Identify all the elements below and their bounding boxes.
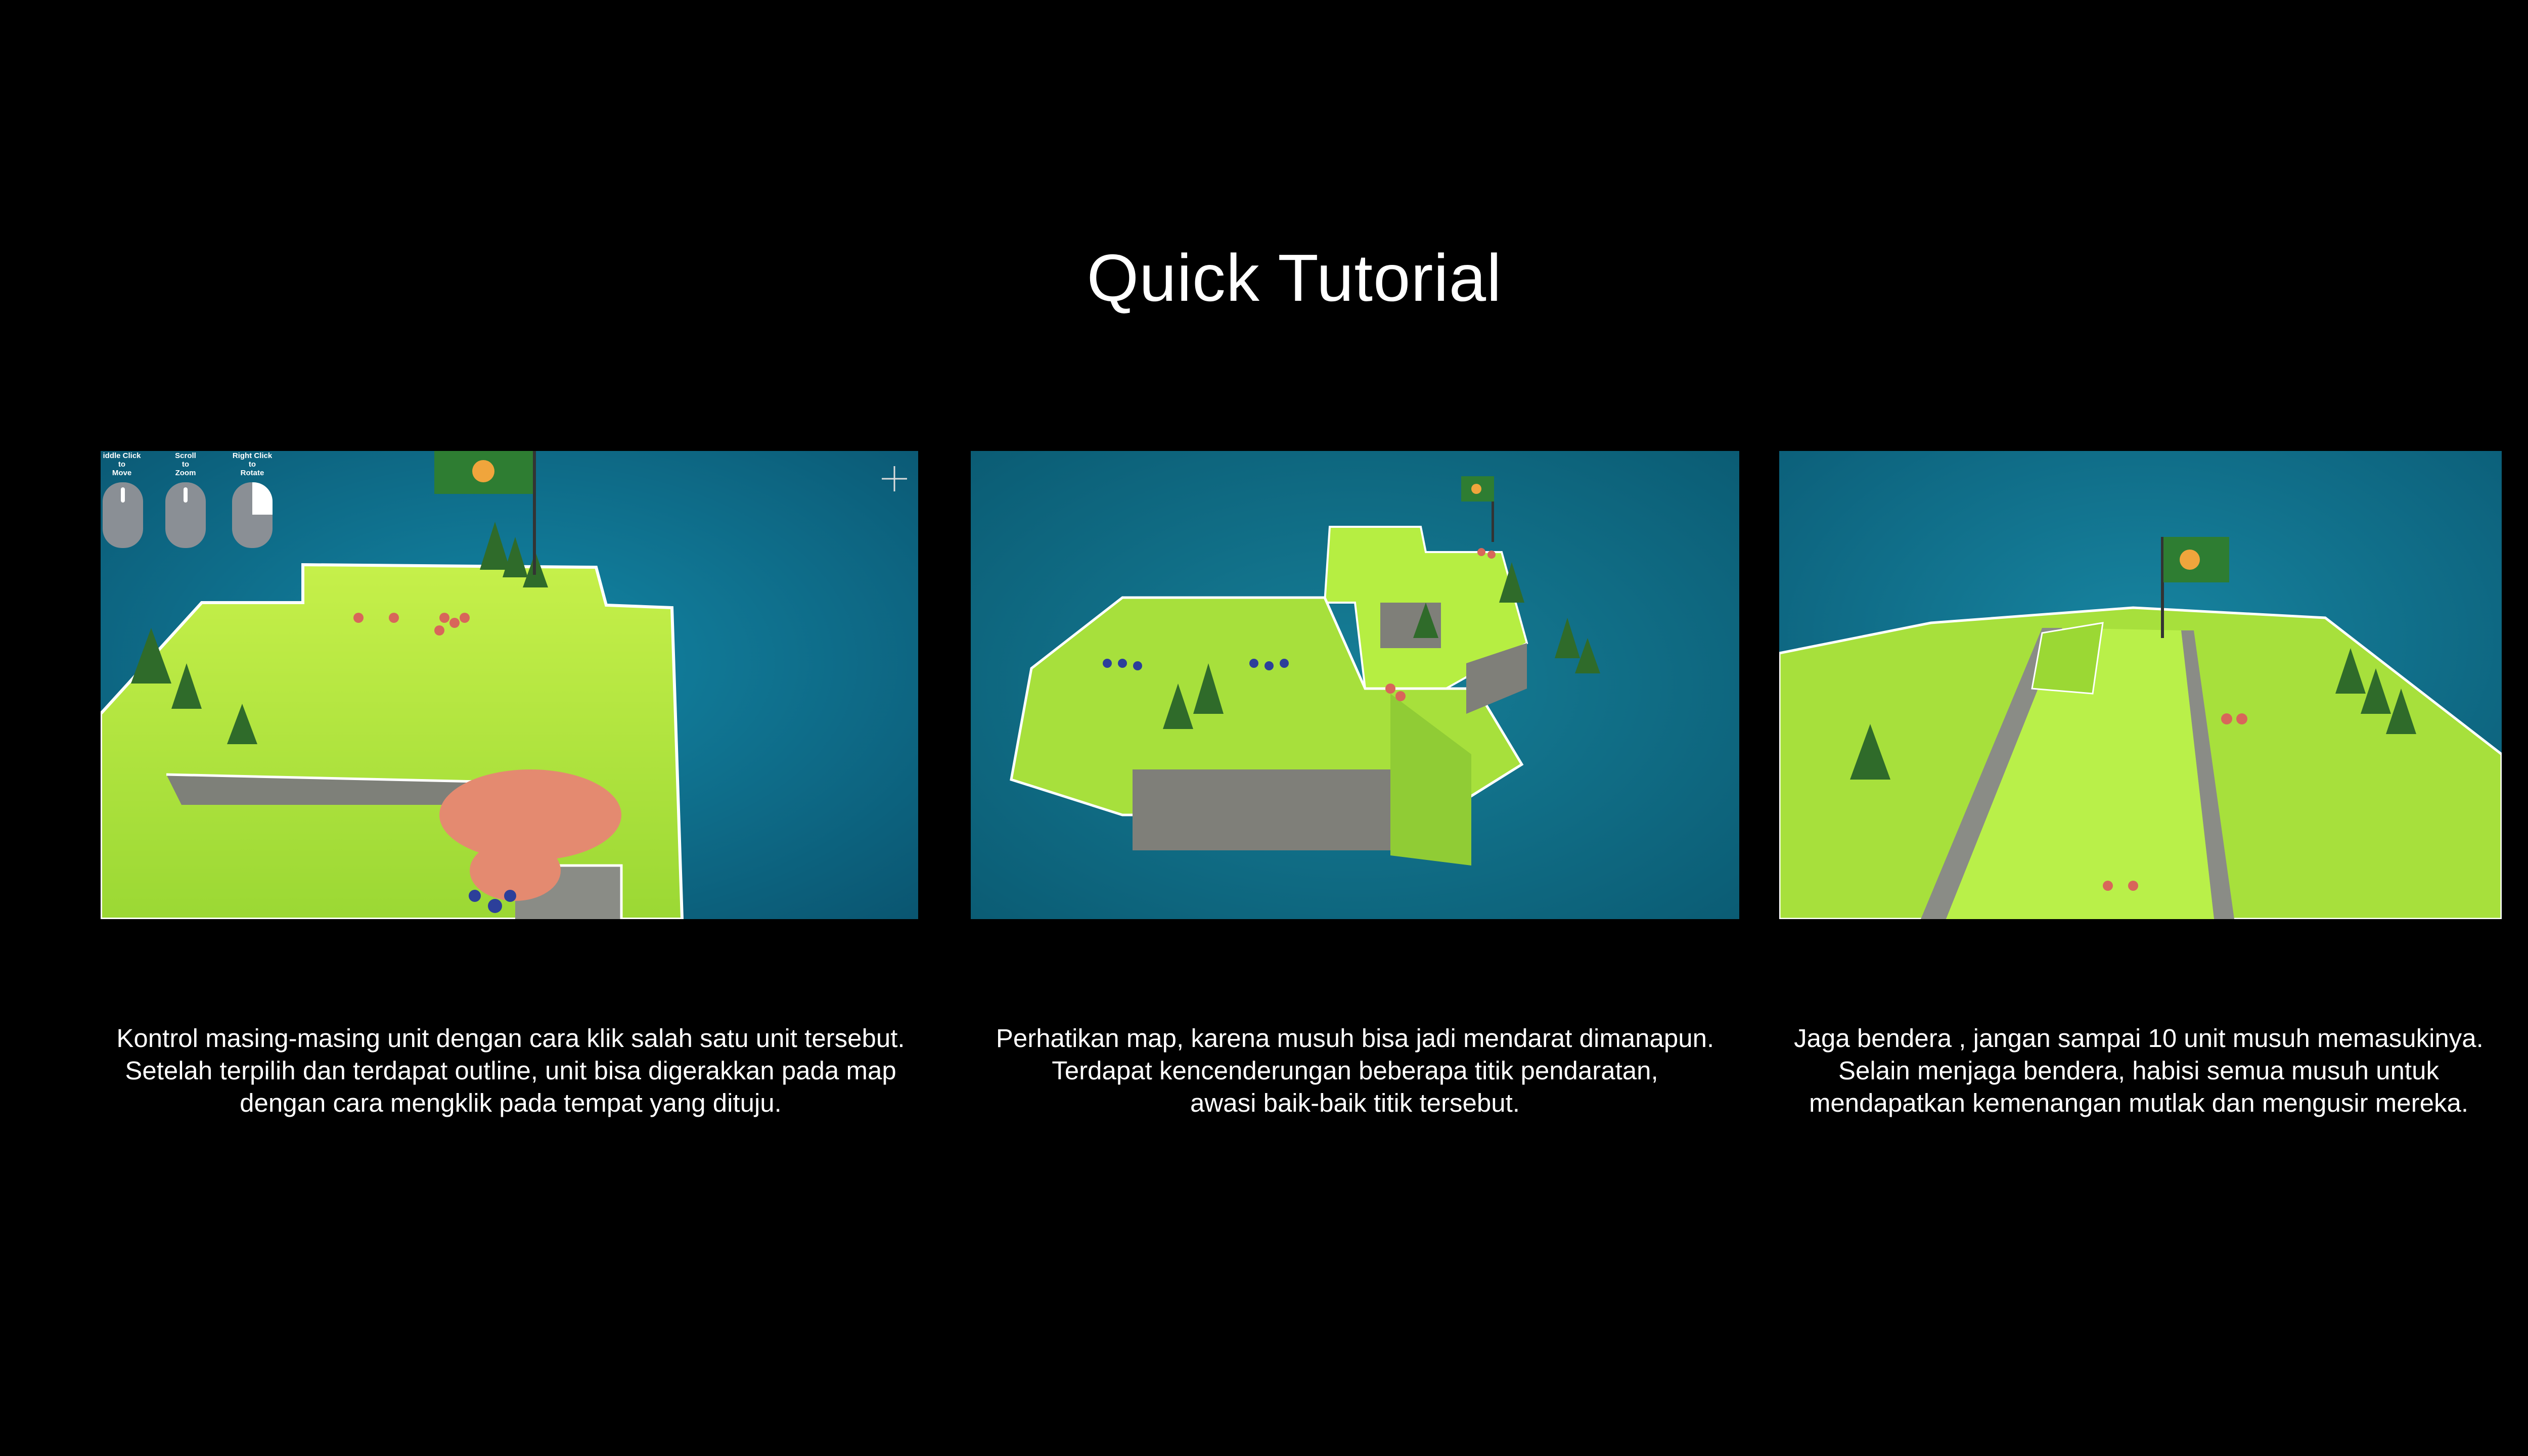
caption-guard-flag: Jaga bendera , jangan sampai 10 unit mus… — [1633, 1022, 2528, 1119]
svg-text:Zoom: Zoom — [175, 469, 196, 477]
caption-line: mendapatkan kemenangan mutlak dan mengus… — [1809, 1088, 2469, 1117]
svg-text:Rotate: Rotate — [241, 469, 264, 477]
tutorial-shot-unit-control: iddle Click to Move Scroll to Zoom Right… — [101, 451, 918, 919]
svg-text:to: to — [249, 460, 256, 469]
tutorial-shot-guard-flag — [1779, 451, 2502, 919]
svg-text:to: to — [182, 460, 189, 469]
game-viewport — [1779, 451, 2502, 919]
svg-text:Scroll: Scroll — [175, 451, 196, 460]
svg-text:iddle Click: iddle Click — [103, 451, 141, 460]
gate-ramp — [2031, 622, 2104, 695]
svg-text:Move: Move — [112, 469, 131, 477]
cliff-wall — [1133, 769, 1390, 850]
svg-text:to: to — [118, 460, 125, 469]
caption-line: Jaga bendera , jangan sampai 10 unit mus… — [1794, 1024, 2484, 1053]
svg-text:Right Click: Right Click — [233, 451, 273, 460]
tutorial-shot-landing-points — [971, 451, 1739, 919]
game-viewport: iddle Click to Move Scroll to Zoom Right… — [101, 451, 918, 919]
caption-line: Selain menjaga bendera, habisi semua mus… — [1838, 1056, 2439, 1085]
page-title: Quick Tutorial — [1087, 241, 1502, 315]
game-viewport — [971, 451, 1739, 919]
